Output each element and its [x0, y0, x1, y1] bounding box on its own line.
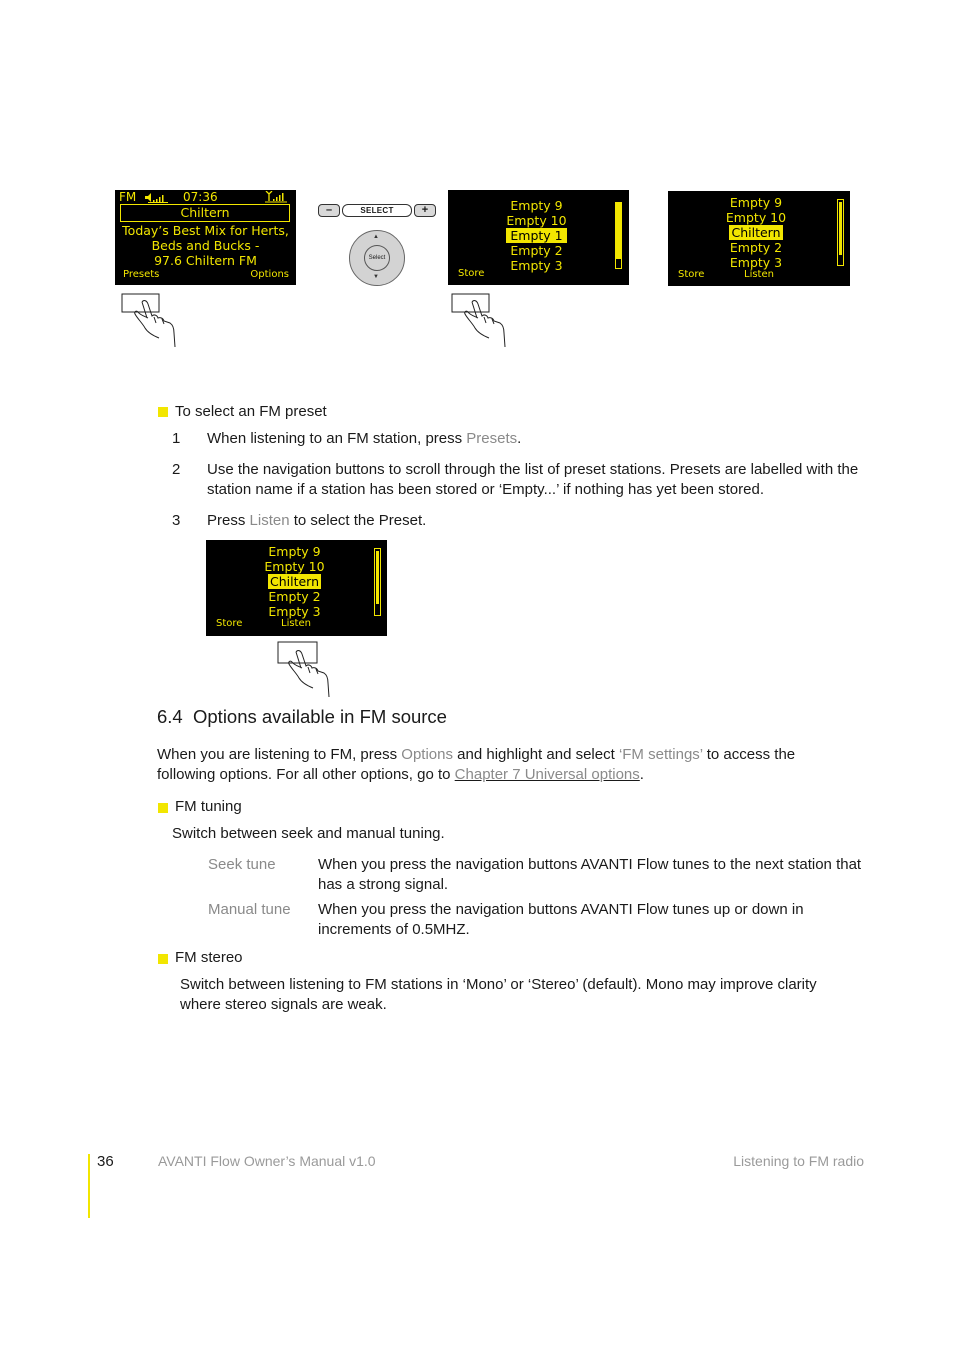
clock-time: 07:36: [183, 190, 218, 204]
preset-scrollbar[interactable]: [615, 202, 622, 269]
option-term: Manual tune: [208, 901, 291, 918]
radio-text-line-2: Beds and Bucks -: [151, 238, 260, 253]
fm-tuning-heading: FM tuning: [175, 798, 242, 815]
navigation-dial[interactable]: ▲ Select ▼: [349, 230, 405, 286]
preset-item-highlighted[interactable]: Chiltern: [662, 225, 850, 240]
preset-item[interactable]: Empty 9: [202, 544, 387, 559]
step-number: 2: [172, 461, 181, 478]
nav-down-arrow-icon[interactable]: ▼: [373, 274, 379, 280]
scrollbar-fill: [839, 202, 842, 255]
station-name-box: Chiltern: [120, 204, 290, 222]
softkey-store[interactable]: Store: [216, 618, 242, 630]
select-bar-button[interactable]: SELECT: [342, 204, 412, 217]
select-center-label: Select: [368, 255, 386, 261]
hand-press-icon: [118, 290, 180, 353]
step-number: 1: [172, 430, 181, 447]
step-text: Press Listen to select the Preset.: [207, 512, 427, 529]
section-title: 6.4 Options available in FM source: [157, 706, 447, 727]
preset-item[interactable]: Empty 9: [662, 195, 850, 210]
preset-item[interactable]: Empty 10: [202, 559, 387, 574]
volume-plus-button[interactable]: +: [414, 204, 436, 217]
hand-press-icon: [276, 640, 338, 703]
softkey-listen[interactable]: Listen: [744, 269, 774, 281]
option-description: When you press the navigation buttons AV…: [318, 901, 804, 938]
preset-heading: To select an FM preset: [175, 403, 327, 420]
fm-tuning-description: Switch between seek and manual tuning.: [172, 825, 445, 842]
preset-item[interactable]: Empty 3: [202, 604, 387, 619]
preset-item[interactable]: Empty 9: [444, 198, 629, 213]
ui-term-options: Options: [401, 746, 453, 763]
preset-scrollbar[interactable]: [374, 548, 381, 616]
manual-title: AVANTI Flow Owner’s Manual v1.0: [158, 1153, 376, 1169]
footer-accent-bar: [88, 1154, 90, 1218]
section-bullet: [158, 954, 168, 964]
section-bullet: [158, 803, 168, 813]
softkey-presets[interactable]: Presets: [123, 269, 159, 281]
fm-stereo-description: Switch between listening to FM stations …: [180, 976, 817, 1013]
now-playing-screen: FM 07:36 Chiltern Today’s Best Mix for H…: [115, 190, 296, 285]
chapter-7-link[interactable]: Chapter 7 Universal options: [455, 766, 640, 783]
radio-text-line-3: 97.6 Chiltern FM: [154, 253, 257, 268]
preset-item[interactable]: Empty 2: [202, 589, 387, 604]
preset-item[interactable]: Empty 3: [662, 255, 850, 270]
scrollbar-fill: [616, 203, 621, 259]
preset-item[interactable]: Empty 10: [444, 213, 629, 228]
softkey-options[interactable]: Options: [250, 269, 289, 281]
select-center-button[interactable]: Select: [364, 245, 390, 271]
section-bullet: [158, 407, 168, 417]
scrollbar-fill: [376, 551, 379, 604]
source-label: FM: [119, 190, 137, 204]
softkey-store[interactable]: Store: [678, 269, 704, 281]
softkey-listen[interactable]: Listen: [281, 618, 311, 630]
step-number: 3: [172, 512, 181, 529]
ui-term-fm-settings: ‘FM settings’: [618, 746, 703, 763]
volume-minus-button[interactable]: –: [318, 204, 340, 217]
option-term: Seek tune: [208, 856, 276, 873]
preset-scrollbar[interactable]: [837, 199, 844, 266]
preset-list-screen-3: Empty 9 Empty 10 Chiltern Empty 2 Empty …: [206, 540, 387, 636]
step-text: When listening to an FM station, press P…: [207, 430, 522, 447]
chapter-name: Listening to FM radio: [733, 1153, 864, 1169]
fm-stereo-heading: FM stereo: [175, 949, 243, 966]
radio-text-line-1: Today’s Best Mix for Herts,: [122, 223, 289, 238]
step-text: Use the navigation buttons to scroll thr…: [207, 461, 859, 498]
page-number: 36: [97, 1153, 114, 1170]
preset-list-screen-2: Empty 9 Empty 10 Chiltern Empty 2 Empty …: [668, 191, 850, 286]
preset-item[interactable]: Empty 2: [444, 243, 629, 258]
preset-item[interactable]: Empty 10: [662, 210, 850, 225]
ui-term-listen: Listen: [249, 512, 290, 529]
preset-list-screen-1: Empty 9 Empty 10 Empty 1 Empty 2 Empty 3…: [448, 190, 629, 285]
preset-item-highlighted[interactable]: Empty 1: [444, 228, 629, 243]
preset-item-highlighted[interactable]: Chiltern: [202, 574, 387, 589]
options-intro: When you are listening to FM, press Opti…: [157, 746, 796, 783]
preset-item[interactable]: Empty 2: [662, 240, 850, 255]
hand-press-icon: [450, 290, 512, 353]
ui-term-presets: Presets: [466, 430, 518, 447]
softkey-store[interactable]: Store: [458, 268, 484, 280]
nav-up-arrow-icon[interactable]: ▲: [373, 234, 379, 240]
option-description: When you press the navigation buttons AV…: [318, 856, 862, 893]
